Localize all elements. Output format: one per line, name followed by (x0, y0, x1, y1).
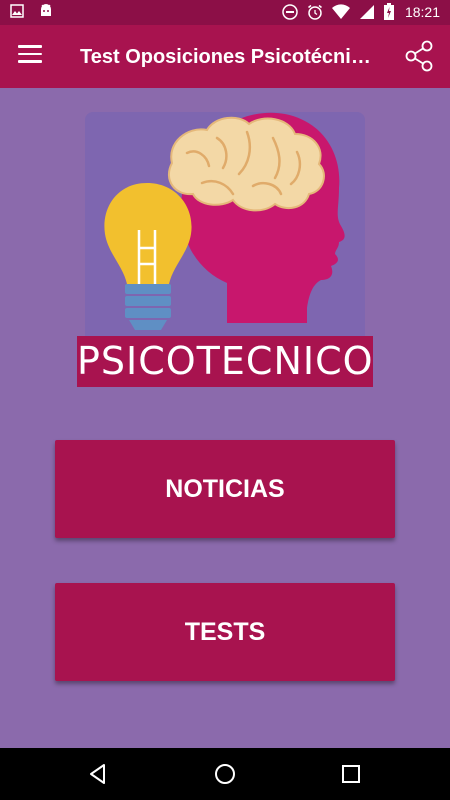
noticias-button[interactable]: NOTICIAS (55, 440, 395, 538)
tests-button[interactable]: TESTS (55, 583, 395, 681)
alarm-icon (307, 4, 322, 20)
app-toolbar: Test Oposiciones Psicotécnicos (0, 25, 450, 88)
system-nav-bar (0, 748, 450, 800)
home-icon[interactable] (213, 762, 237, 786)
logo-banner-text: PSICOTECNICO (77, 336, 373, 387)
status-bar: 18:21 (0, 0, 450, 25)
status-bar-time: 18:21 (404, 3, 440, 20)
back-icon[interactable] (86, 762, 110, 786)
share-icon[interactable] (402, 39, 436, 73)
do-not-disturb-icon (282, 3, 298, 20)
image-notification-icon (10, 4, 24, 18)
status-bar-system-icons: 18:21 (282, 3, 440, 20)
app-logo: PSICOTECNICO (77, 108, 373, 388)
android-notification-icon (41, 4, 51, 16)
status-bar-notifications (10, 4, 54, 18)
wifi-icon (331, 3, 350, 19)
hamburger-menu-icon[interactable] (18, 45, 42, 67)
signal-icon (359, 4, 374, 19)
battery-icon (383, 3, 394, 20)
page-title: Test Oposiciones Psicotécnicos (80, 46, 380, 68)
recents-icon[interactable] (339, 762, 363, 786)
